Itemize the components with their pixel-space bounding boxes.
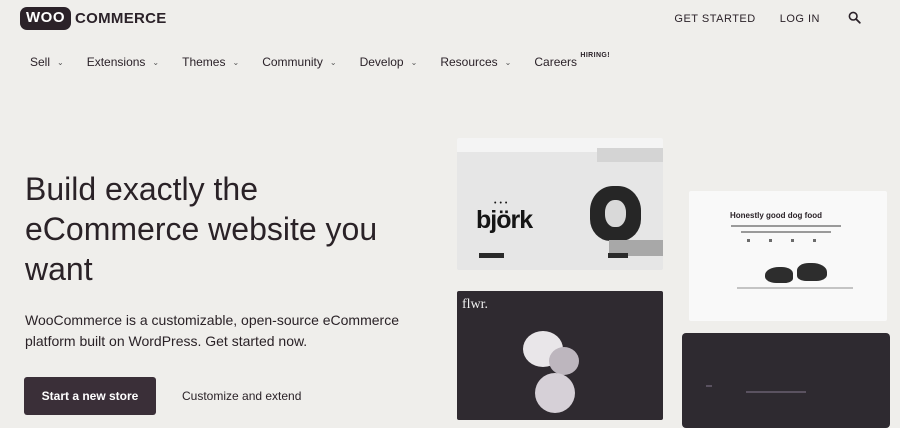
showcase-flwr-store: flwr. [457,291,663,420]
dog-food-headline: Honestly good dog food [730,211,822,220]
chevron-down-icon: ⌄ [504,57,512,67]
flower-image [549,347,579,375]
chevron-down-icon: ⌄ [57,57,64,67]
nav-item-careers[interactable]: Careers HIRING! [534,52,609,69]
showcase-bjork-store: ••• björk [457,138,663,270]
dog-photo [765,267,793,283]
store-button-left [479,253,504,258]
bjork-wordmark: björk [476,206,533,234]
woocommerce-logo[interactable]: WOO COMMERCE [20,7,167,30]
artist-portrait-image [590,186,641,241]
store-button-right [608,253,628,258]
main-nav: Sell ⌄ Extensions ⌄ Themes ⌄ Community ⌄… [30,52,610,69]
feature-mark [791,239,794,242]
text-line [706,385,712,387]
chevron-down-icon: ⌄ [232,57,240,67]
nav-item-sell[interactable]: Sell ⌄ [30,55,64,69]
get-started-link[interactable]: GET STARTED [674,13,755,25]
nav-item-label: Themes [182,55,226,69]
text-line [746,391,806,393]
customize-extend-link[interactable]: Customize and extend [182,389,301,403]
feature-mark [747,239,750,242]
nav-item-label: Careers [534,55,578,69]
nav-item-community[interactable]: Community ⌄ [262,55,336,69]
log-in-link[interactable]: LOG IN [780,13,820,25]
top-actions: GET STARTED LOG IN [674,11,862,26]
decorative-band [597,148,663,162]
text-line [731,225,841,227]
logo-badge: WOO [20,7,71,30]
search-icon[interactable] [848,11,862,25]
nav-item-label: Community [262,55,323,69]
nav-item-label: Extensions [86,55,146,69]
flwr-wordmark: flwr. [462,297,489,312]
feature-mark [813,239,816,242]
showcase-dog-food-store: Honestly good dog food [689,191,887,321]
hiring-badge: HIRING! [580,52,611,59]
nav-item-label: Resources [440,55,498,69]
nav-item-themes[interactable]: Themes ⌄ [182,55,239,69]
start-new-store-button[interactable]: Start a new store [24,377,156,415]
nav-item-extensions[interactable]: Extensions ⌄ [87,55,159,69]
nav-item-resources[interactable]: Resources ⌄ [440,55,511,69]
nav-item-label: Develop [359,55,404,69]
chevron-down-icon: ⌄ [152,57,160,67]
showcase-dark-store [682,333,890,428]
feature-mark [769,239,772,242]
hero-subtitle: WooCommerce is a customizable, open-sour… [25,312,399,349]
nav-item-develop[interactable]: Develop ⌄ [360,55,418,69]
chevron-down-icon: ⌄ [329,57,337,67]
dog-photo [797,263,827,281]
chevron-down-icon: ⌄ [410,57,418,67]
hero-title: Build exactly the eCommerce website you … [25,171,378,287]
flower-image [535,373,575,413]
text-line [741,231,831,233]
ground-line [737,287,853,289]
portrait-face [605,200,626,227]
nav-item-label: Sell [30,55,51,69]
logo-wordmark: COMMERCE [75,10,167,27]
